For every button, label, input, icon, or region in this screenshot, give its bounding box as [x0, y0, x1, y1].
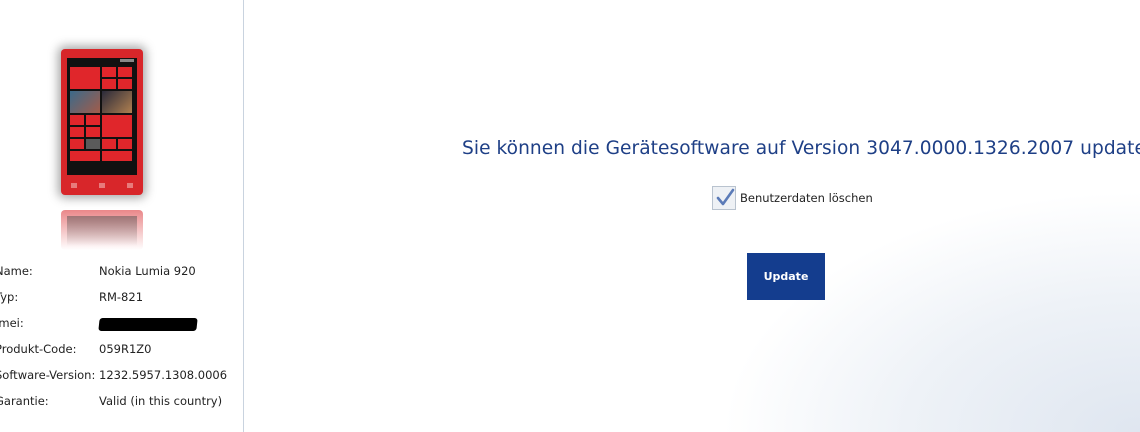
info-label: Name: [0, 264, 33, 278]
update-headline: Sie können die Gerätesoftware auf Versio… [462, 138, 1140, 159]
info-row-software-version: Software-Version: 1232.5957.1308.0006 [0, 368, 243, 394]
status-bar [120, 59, 134, 62]
update-panel [244, 0, 1140, 432]
info-label: Software-Version: [0, 368, 96, 382]
info-label: Produkt-Code: [0, 342, 77, 356]
phone-hardware-buttons [71, 183, 133, 189]
phone-reflection [61, 210, 143, 250]
delete-user-data-label[interactable]: Benutzerdaten löschen [740, 191, 873, 205]
checkmark-icon [716, 188, 735, 206]
info-row-type: Typ: RM-821 [0, 290, 243, 316]
info-value: 1232.5957.1308.0006 [99, 368, 228, 382]
device-panel: Name: Nokia Lumia 920 Typ: RM-821 Imei: … [0, 0, 244, 432]
info-row-product-code: Produkt-Code: 059R1Z0 [0, 342, 243, 368]
info-row-name: Name: Nokia Lumia 920 [0, 264, 243, 290]
info-value: Nokia Lumia 920 [99, 264, 196, 278]
info-value: RM-821 [99, 290, 144, 304]
info-label: Typ: [0, 290, 19, 304]
info-label: Garantie: [0, 394, 49, 408]
info-value: 059R1Z0 [99, 342, 152, 356]
phone-screen [67, 58, 137, 175]
info-row-imei: Imei: [0, 316, 243, 342]
info-row-warranty: Garantie: Valid (in this country) [0, 394, 243, 420]
device-info-list: Name: Nokia Lumia 920 Typ: RM-821 Imei: … [0, 264, 243, 420]
info-value: Valid (in this country) [99, 394, 223, 408]
redaction-bar [98, 318, 198, 331]
phone-image [61, 49, 143, 195]
info-label: Imei: [0, 316, 24, 330]
update-button[interactable]: Update [747, 253, 825, 300]
delete-user-data-checkbox[interactable] [712, 186, 736, 210]
